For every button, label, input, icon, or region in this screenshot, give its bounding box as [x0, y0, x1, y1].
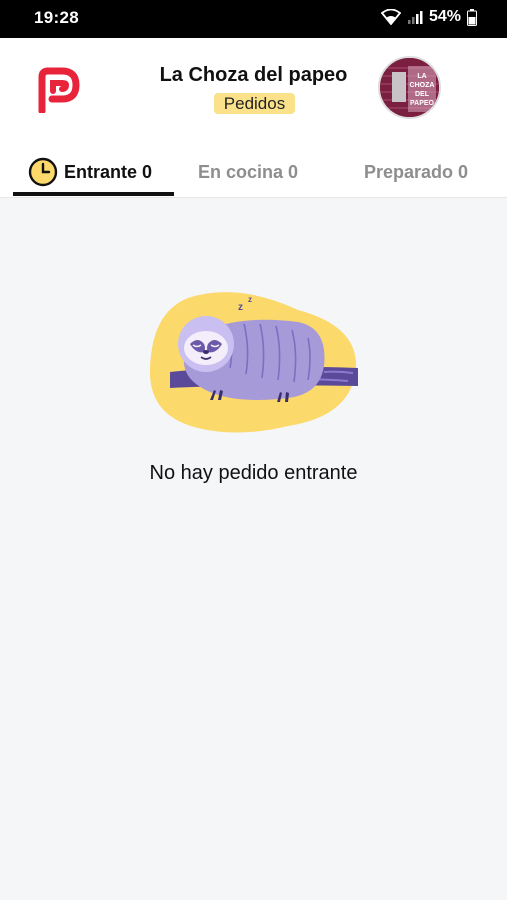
- tab-entrante[interactable]: Entrante 0: [28, 148, 152, 196]
- order-tabs: Entrante 0 En cocina 0 Preparado 0: [0, 148, 507, 196]
- avatar-text: LA: [417, 73, 426, 80]
- svg-text:DEL: DEL: [415, 91, 430, 98]
- svg-text:z: z: [248, 295, 252, 304]
- empty-state-message: No hay pedido entrante: [149, 462, 358, 484]
- sleeping-sloth-icon: z z: [148, 288, 360, 438]
- battery-icon: [467, 8, 477, 26]
- svg-text:CHOZA: CHOZA: [410, 82, 435, 89]
- tab-preparado-label: Preparado 0: [364, 161, 469, 182]
- signal-icon: [407, 9, 423, 25]
- clock-icon: [28, 157, 58, 187]
- svg-text:z: z: [238, 302, 243, 313]
- battery-percent: 54%: [428, 8, 461, 25]
- wifi-icon: [380, 9, 401, 25]
- tab-entrante-label: Entrante 0: [64, 161, 153, 182]
- status-time: 19:28: [34, 8, 79, 27]
- tab-en-cocina-label: En cocina 0: [198, 161, 299, 182]
- status-icons: 54%: [380, 8, 477, 26]
- tab-en-cocina[interactable]: En cocina 0: [198, 148, 298, 196]
- avatar[interactable]: LA CHOZA DEL PAPEO: [378, 56, 441, 119]
- active-tab-indicator: [13, 192, 174, 196]
- tab-preparado[interactable]: Preparado 0: [364, 148, 468, 196]
- status-bar: 19:28 54%: [0, 0, 507, 38]
- svg-text:PAPEO: PAPEO: [410, 100, 435, 107]
- app-header: La Choza del papeo Pedidos LA CHOZA DEL …: [0, 38, 507, 198]
- section-badge: Pedidos: [214, 93, 295, 114]
